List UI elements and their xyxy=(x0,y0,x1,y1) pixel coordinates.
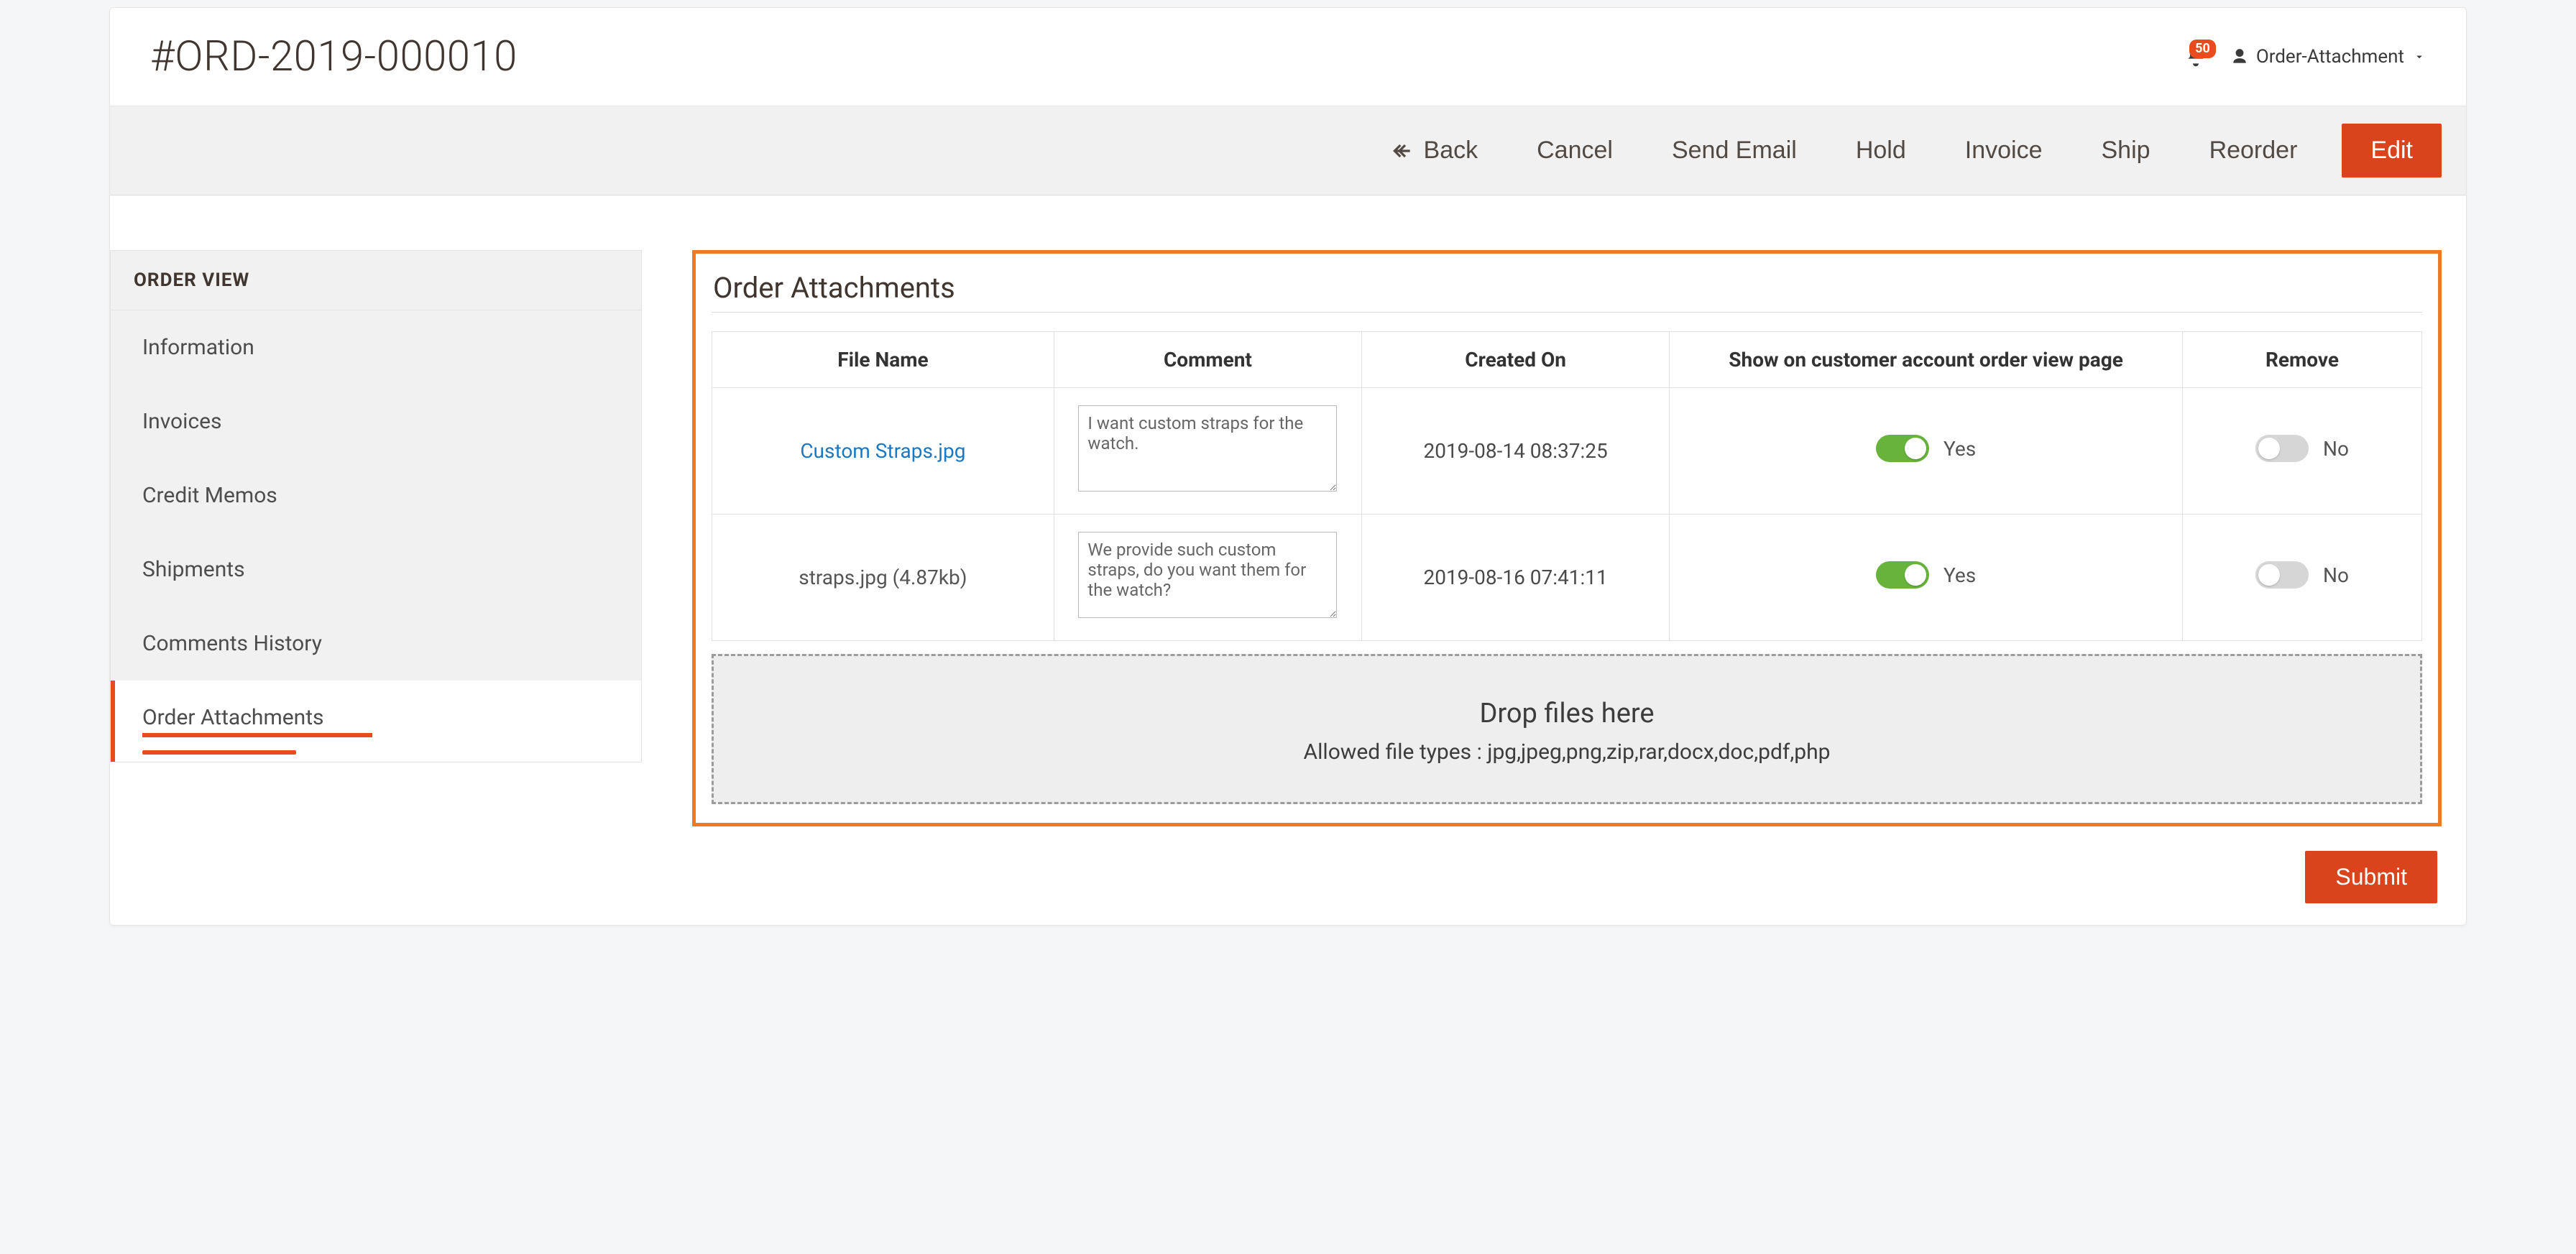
user-label: Order-Attachment xyxy=(2256,46,2404,68)
col-comment: Comment xyxy=(1054,332,1361,388)
invoice-button[interactable]: Invoice xyxy=(1951,128,2057,173)
col-show-on-customer: Show on customer account order view page xyxy=(1670,332,2183,388)
toggle-label: Yes xyxy=(1944,563,1976,587)
table-row: Custom Straps.jpg 2019-08-14 08:37:25 Ye… xyxy=(712,388,2422,515)
reorder-button[interactable]: Reorder xyxy=(2195,128,2312,173)
notifications-button[interactable]: 50 xyxy=(2184,45,2207,68)
created-on-cell: 2019-08-14 08:37:25 xyxy=(1362,388,1670,515)
toggle-label: Yes xyxy=(1944,437,1976,461)
col-file-name: File Name xyxy=(712,332,1054,388)
attachments-highlight: Order Attachments File Name Comment Crea… xyxy=(692,250,2442,826)
divider xyxy=(712,312,2422,313)
order-attachments-content: Order Attachments File Name Comment Crea… xyxy=(692,250,2442,925)
order-action-bar: Back Cancel Send Email Hold Invoice Ship… xyxy=(110,106,2466,195)
chevron-down-icon xyxy=(2413,50,2426,63)
table-row: straps.jpg (4.87kb) 2019-08-16 07:41:11 … xyxy=(712,515,2422,641)
arrow-left-icon xyxy=(1391,139,1414,162)
sidebar-item-information[interactable]: Information xyxy=(111,310,641,384)
ship-button[interactable]: Ship xyxy=(2087,128,2165,173)
toggle-label: No xyxy=(2323,437,2349,461)
submit-button[interactable]: Submit xyxy=(2305,851,2437,903)
order-view-sidebar: ORDER VIEW Information Invoices Credit M… xyxy=(110,250,642,762)
comment-textarea[interactable] xyxy=(1078,405,1337,492)
toggle-label: No xyxy=(2323,563,2349,587)
sidebar-item-shipments[interactable]: Shipments xyxy=(111,533,641,607)
attachments-table: File Name Comment Created On Show on cus… xyxy=(712,331,2422,641)
notifications-count-badge: 50 xyxy=(2189,40,2216,58)
created-on-cell: 2019-08-16 07:41:11 xyxy=(1362,515,1670,641)
dropzone-title: Drop files here xyxy=(728,698,2406,729)
col-remove: Remove xyxy=(2182,332,2421,388)
sidebar-item-invoices[interactable]: Invoices xyxy=(111,384,641,458)
edit-button[interactable]: Edit xyxy=(2342,124,2442,178)
dropzone-subtitle: Allowed file types : jpg,jpeg,png,zip,ra… xyxy=(728,739,2406,765)
remove-toggle[interactable] xyxy=(2255,561,2309,589)
show-on-customer-toggle[interactable] xyxy=(1876,435,1929,462)
header-right: 50 Order-Attachment xyxy=(2184,45,2426,68)
file-dropzone[interactable]: Drop files here Allowed file types : jpg… xyxy=(712,654,2422,804)
hold-button[interactable]: Hold xyxy=(1841,128,1920,173)
sidebar-item-order-attachments[interactable]: Order Attachments xyxy=(111,681,641,762)
file-name-text: straps.jpg (4.87kb) xyxy=(799,566,967,589)
cancel-button[interactable]: Cancel xyxy=(1522,128,1627,173)
send-email-button[interactable]: Send Email xyxy=(1657,128,1811,173)
order-admin-card: #ORD-2019-000010 50 Order-Attachment Bac… xyxy=(109,7,2467,926)
back-button[interactable]: Back xyxy=(1376,128,1493,173)
order-title: #ORD-2019-000010 xyxy=(150,32,518,81)
user-menu[interactable]: Order-Attachment xyxy=(2230,46,2426,68)
comment-textarea[interactable] xyxy=(1078,532,1337,618)
show-on-customer-toggle[interactable] xyxy=(1876,561,1929,589)
sidebar-title: ORDER VIEW xyxy=(111,251,641,310)
sidebar-item-comments-history[interactable]: Comments History xyxy=(111,607,641,681)
page-header: #ORD-2019-000010 50 Order-Attachment xyxy=(110,8,2466,106)
remove-toggle[interactable] xyxy=(2255,435,2309,462)
user-icon xyxy=(2230,47,2249,66)
sidebar-item-credit-memos[interactable]: Credit Memos xyxy=(111,458,641,533)
col-created-on: Created On xyxy=(1362,332,1670,388)
file-link[interactable]: Custom Straps.jpg xyxy=(800,439,965,463)
panel-title: Order Attachments xyxy=(713,271,2422,305)
